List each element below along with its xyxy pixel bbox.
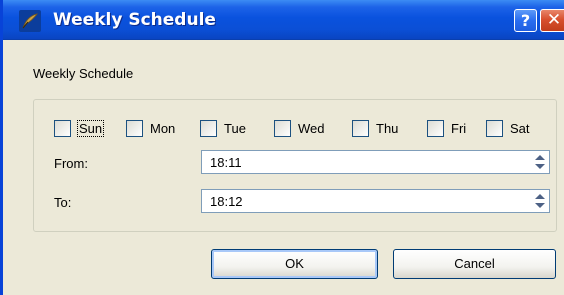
day-wed[interactable]: Wed (274, 118, 325, 138)
day-sun[interactable]: Sun (54, 118, 105, 138)
to-time-spinner[interactable]: 18:12 (201, 189, 550, 213)
day-label-thu: Thu (376, 120, 399, 136)
checkbox-fri[interactable] (427, 119, 444, 137)
day-tue[interactable]: Tue (200, 118, 246, 138)
spin-down-icon[interactable] (535, 203, 545, 208)
dialog-heading: Weekly Schedule (33, 66, 134, 81)
spin-arrows[interactable] (533, 192, 547, 210)
checkbox-thu[interactable] (352, 119, 369, 137)
day-thu[interactable]: Thu (352, 118, 398, 138)
close-button[interactable]: ✕ (540, 9, 564, 32)
spin-arrows[interactable] (533, 153, 547, 171)
day-checkboxes: Sun Mon Tue Wed Thu Fri Sat (54, 118, 554, 138)
schedule-group: Sun Mon Tue Wed Thu Fri Sat From: 18:11 … (33, 99, 557, 232)
from-label: From: (54, 156, 88, 171)
from-time-spinner[interactable]: 18:11 (201, 150, 550, 174)
checkbox-mon[interactable] (126, 119, 143, 137)
day-label-fri: Fri (451, 120, 467, 136)
checkbox-wed[interactable] (274, 119, 291, 137)
spin-down-icon[interactable] (535, 164, 545, 169)
day-label-sun: Sun (76, 119, 105, 137)
help-button[interactable]: ? (514, 9, 537, 32)
checkbox-sat[interactable] (486, 119, 503, 137)
checkbox-tue[interactable] (200, 119, 217, 137)
to-time-value[interactable]: 18:12 (210, 194, 243, 209)
from-time-value[interactable]: 18:11 (210, 155, 242, 170)
day-fri[interactable]: Fri (427, 118, 466, 138)
app-feather-icon (19, 10, 41, 32)
day-sat[interactable]: Sat (486, 118, 530, 138)
dialog-window: Weekly Schedule ? ✕ Weekly Schedule Sun … (0, 0, 564, 295)
day-label-mon: Mon (150, 120, 176, 136)
day-label-wed: Wed (298, 120, 325, 136)
to-label: To: (54, 195, 72, 210)
checkbox-sun[interactable] (54, 119, 71, 137)
day-label-sat: Sat (510, 120, 530, 136)
ok-button[interactable]: OK (211, 249, 378, 279)
title-bar[interactable]: Weekly Schedule ? ✕ (3, 0, 564, 40)
close-icon: ✕ (546, 10, 562, 30)
help-icon: ? (520, 11, 531, 30)
day-label-tue: Tue (224, 120, 246, 136)
spin-up-icon[interactable] (535, 194, 545, 199)
window-title: Weekly Schedule (53, 10, 216, 30)
day-mon[interactable]: Mon (126, 118, 175, 138)
spin-up-icon[interactable] (535, 155, 545, 160)
cancel-button[interactable]: Cancel (393, 249, 556, 279)
